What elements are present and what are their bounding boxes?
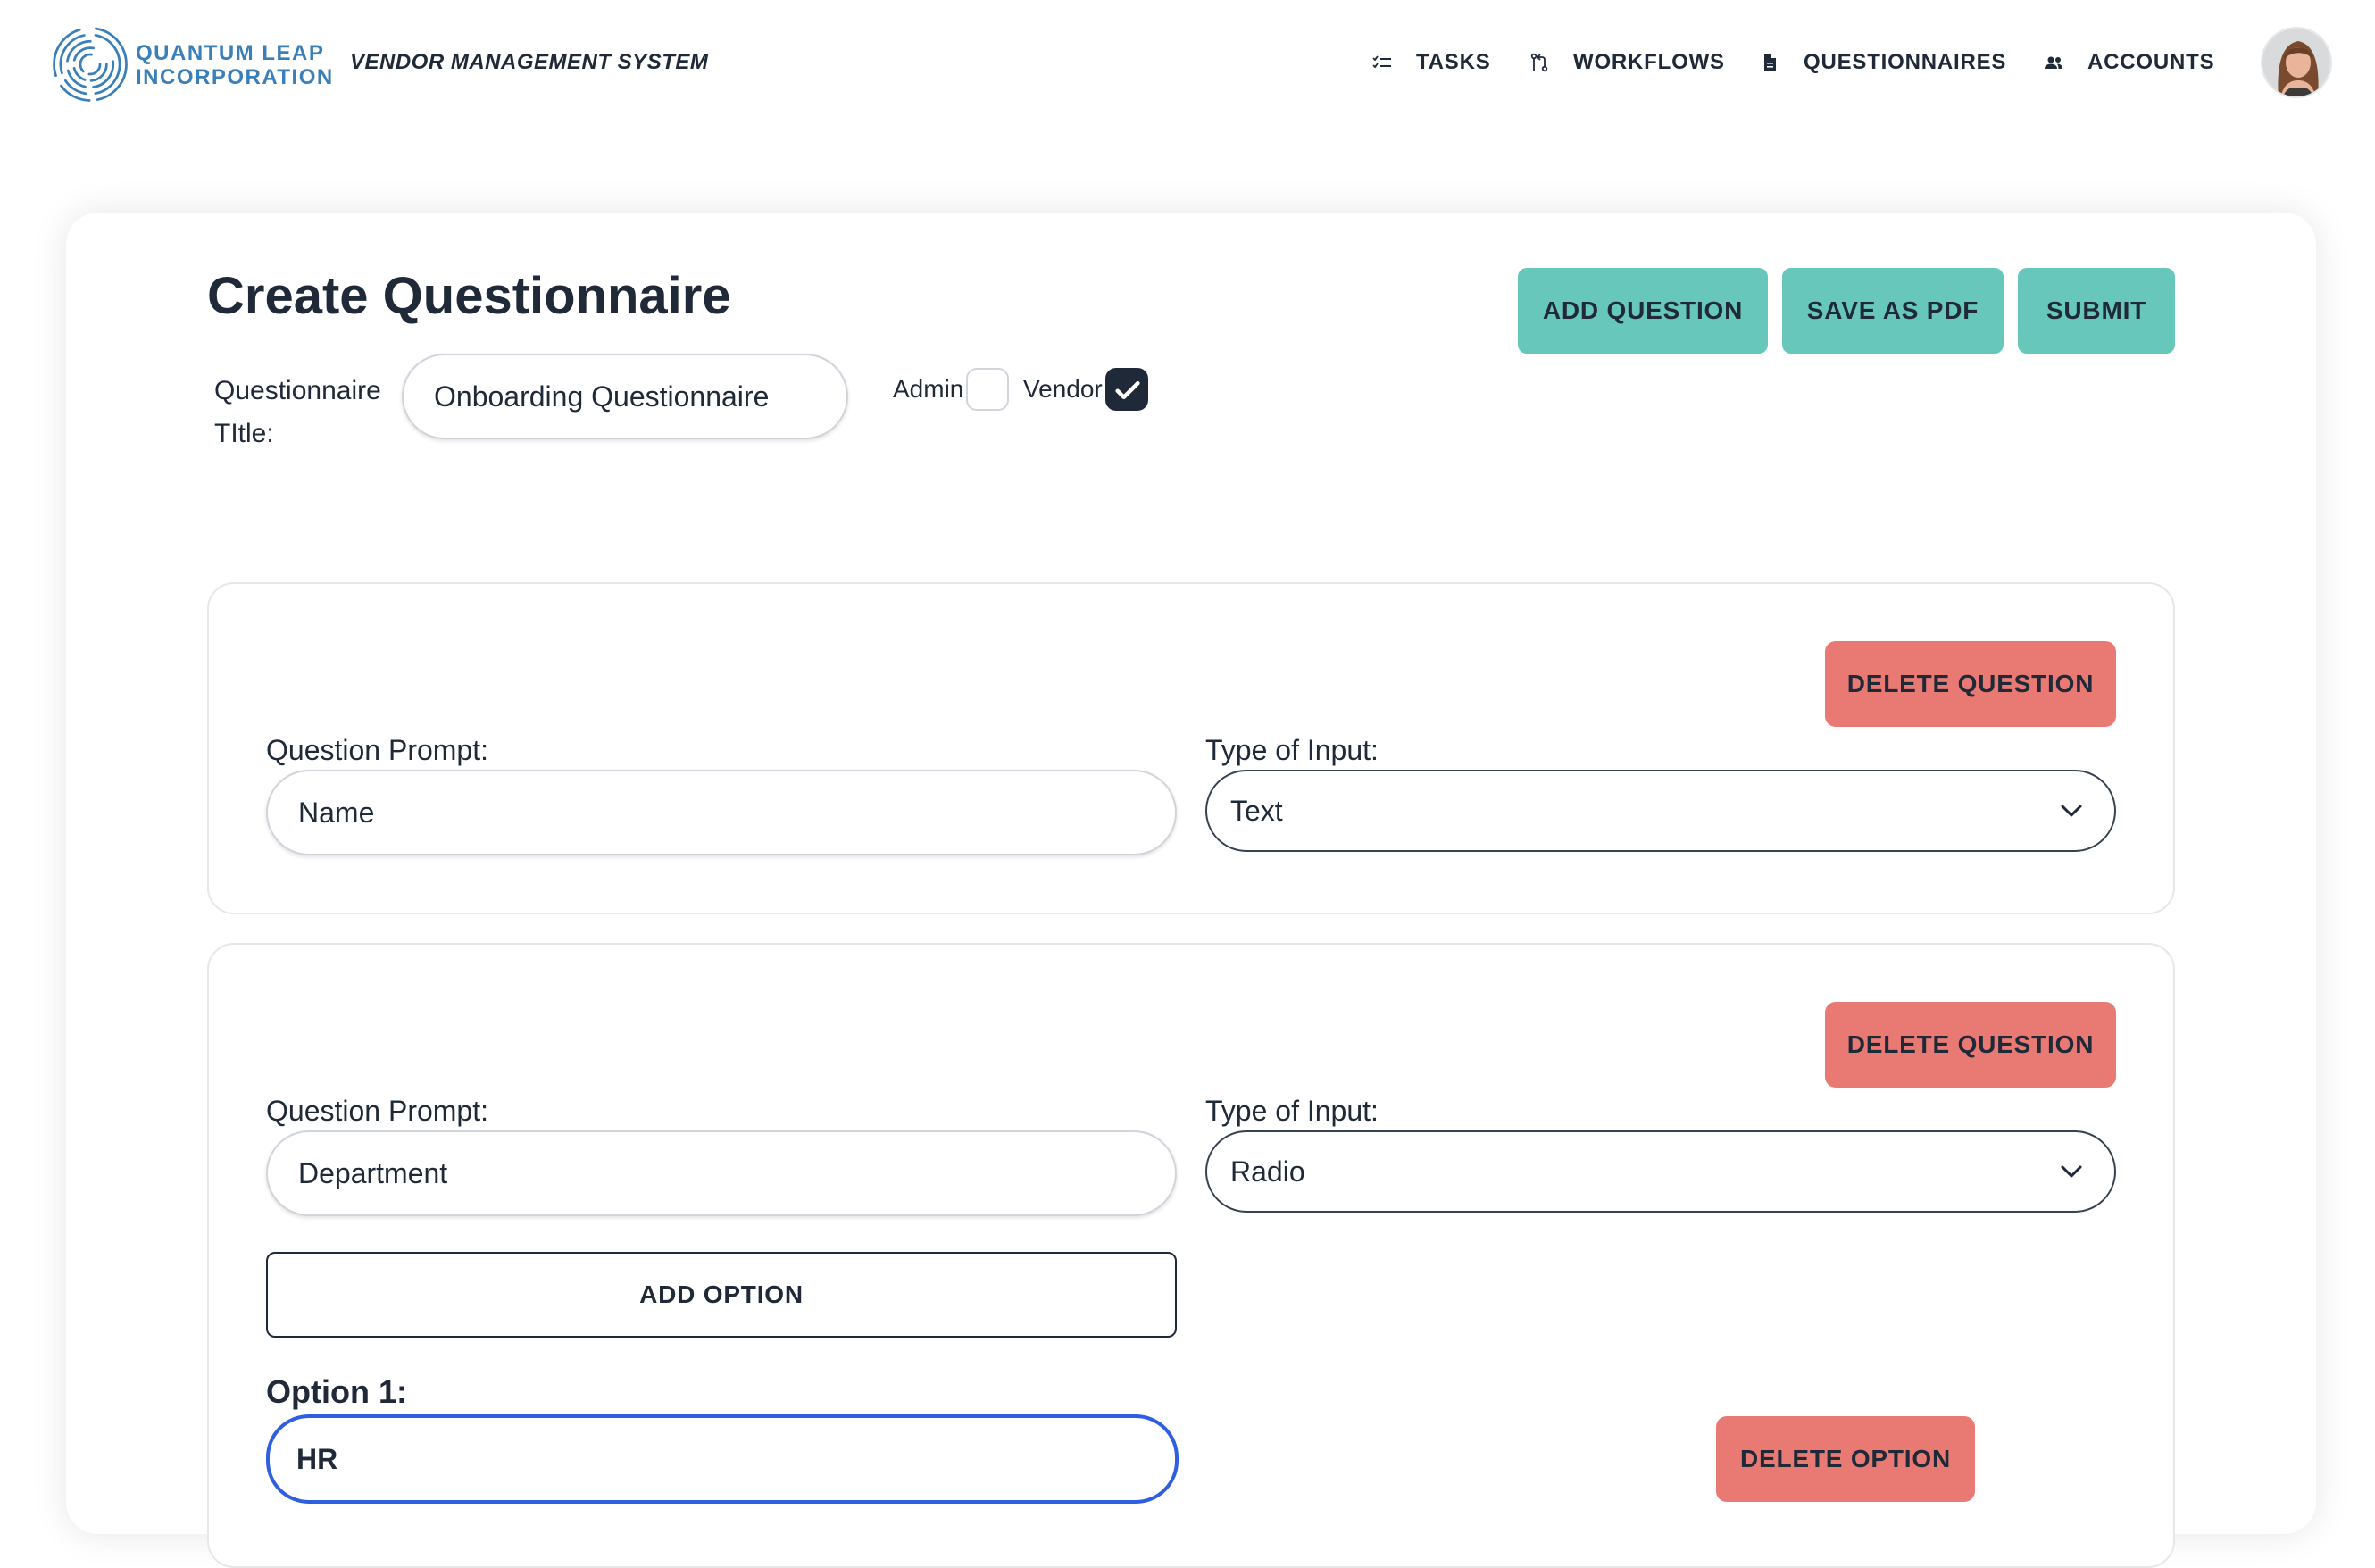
avatar[interactable] — [2261, 27, 2332, 98]
option-input-1[interactable] — [266, 1414, 1179, 1504]
delete-question-button-1[interactable]: DELETE QUESTION — [1825, 641, 2116, 727]
top-header: QUANTUM LEAP INCORPORATION VENDOR MANAGE… — [0, 0, 2375, 129]
company-logo — [53, 27, 128, 102]
brand-name: QUANTUM LEAP INCORPORATION — [136, 41, 334, 89]
checkmark-icon — [1115, 380, 1140, 400]
type-of-input-select-2[interactable]: Radio — [1205, 1130, 2116, 1213]
admin-checkbox[interactable] — [966, 368, 1009, 411]
document-icon — [1764, 54, 1776, 71]
nav-label-accounts: ACCOUNTS — [2088, 50, 2215, 74]
question-prompt-input-2[interactable] — [266, 1130, 1177, 1216]
delete-question-button-2[interactable]: DELETE QUESTION — [1825, 1002, 2116, 1088]
checklist-icon — [1372, 55, 1391, 69]
add-question-button[interactable]: ADD QUESTION — [1518, 268, 1768, 354]
add-option-button[interactable]: ADD OPTION — [266, 1252, 1177, 1338]
delete-option-button-1[interactable]: DELETE OPTION — [1716, 1416, 1975, 1502]
page-title: Create Questionnaire — [207, 267, 731, 325]
questionnaire-title-label: Questionnaire TItle: — [214, 376, 381, 448]
nav-label-workflows: WORKFLOWS — [1573, 50, 1725, 74]
nav-item-workflows[interactable]: WORKFLOWS — [1529, 50, 1725, 75]
brand-line-2: INCORPORATION — [136, 65, 334, 89]
system-title: VENDOR MANAGEMENT SYSTEM — [350, 50, 709, 74]
save-as-pdf-button[interactable]: SAVE AS PDF — [1782, 268, 2004, 354]
workflow-icon — [1530, 53, 1548, 72]
type-of-input-label-1: Type of Input: — [1205, 734, 1379, 766]
questionnaire-title-input[interactable] — [402, 354, 848, 439]
type-of-input-label-2: Type of Input: — [1205, 1095, 1379, 1127]
nav-item-questionnaires[interactable]: QUESTIONNAIRES — [1759, 50, 2006, 75]
admin-label: Admin — [893, 375, 964, 403]
nav-item-tasks[interactable]: TASKS — [1371, 50, 1491, 75]
submit-button[interactable]: SUBMIT — [2018, 268, 2175, 354]
type-of-input-value-1: Text — [1230, 794, 1283, 827]
chevron-down-icon — [2061, 805, 2082, 817]
brand-line-1: QUANTUM LEAP — [136, 41, 325, 65]
user-avatar-icon — [2262, 29, 2330, 96]
vendor-checkbox[interactable] — [1105, 368, 1148, 411]
type-of-input-select-1[interactable]: Text — [1205, 770, 2116, 852]
question-card-1 — [207, 582, 2175, 914]
chevron-down-icon — [2061, 1165, 2082, 1178]
type-of-input-value-2: Radio — [1230, 1155, 1305, 1188]
nav-item-accounts[interactable]: ACCOUNTS — [2043, 50, 2214, 75]
nav-label-tasks: TASKS — [1416, 50, 1491, 74]
vendor-label: Vendor — [1023, 375, 1103, 403]
question-prompt-label-1: Question Prompt: — [266, 734, 488, 766]
question-prompt-label-2: Question Prompt: — [266, 1095, 488, 1127]
nav-label-questionnaires: QUESTIONNAIRES — [1804, 50, 2007, 74]
question-prompt-input-1[interactable] — [266, 770, 1177, 855]
people-icon — [2045, 56, 2062, 69]
option-label-1: Option 1: — [266, 1373, 407, 1410]
